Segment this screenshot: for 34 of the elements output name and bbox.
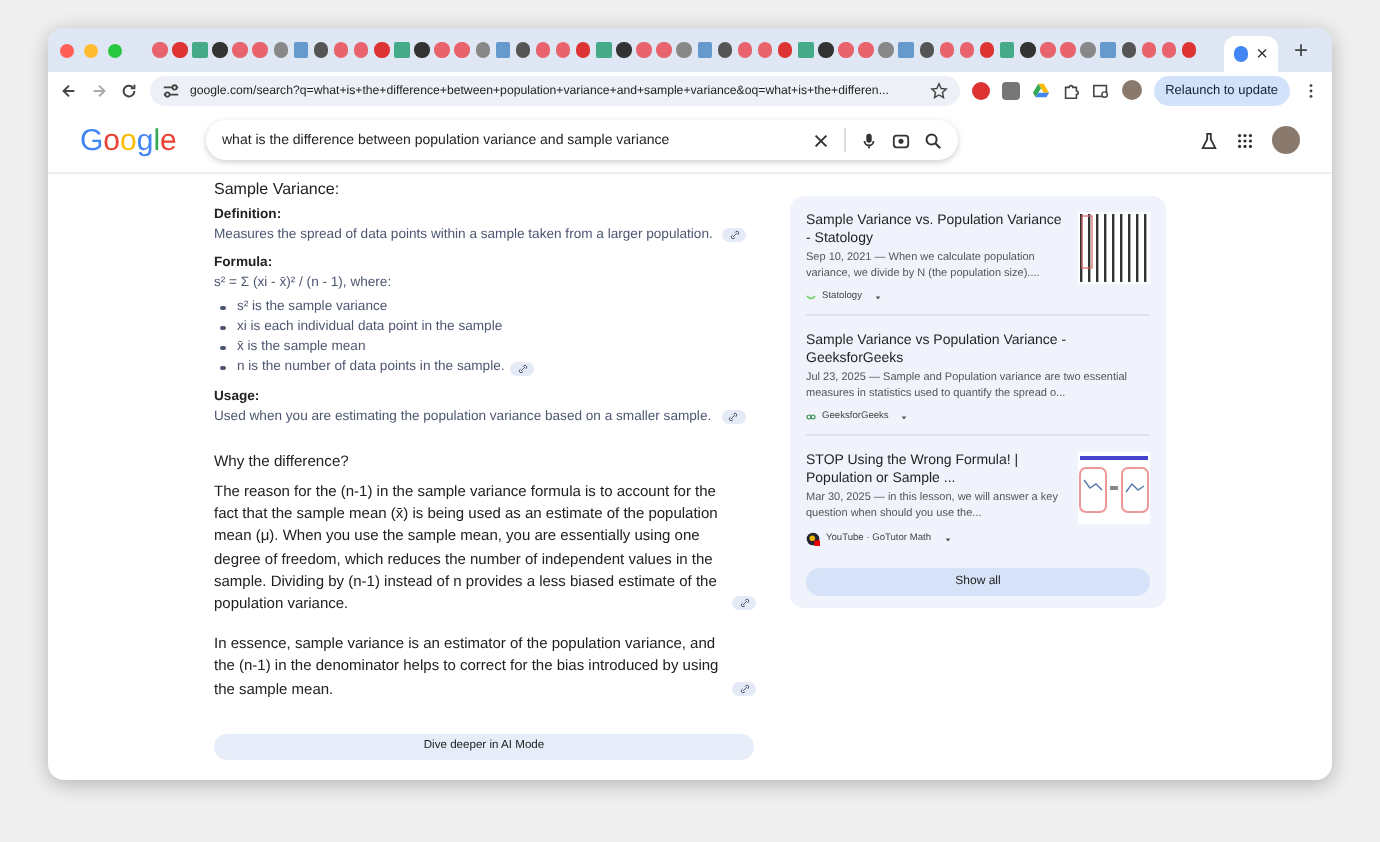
close-window-icon[interactable] bbox=[60, 43, 74, 57]
bullet-icon bbox=[220, 365, 225, 371]
microphone-icon[interactable] bbox=[860, 131, 878, 149]
source-favicon-icon bbox=[806, 412, 816, 422]
site-info-icon[interactable] bbox=[162, 81, 180, 99]
apps-grid-icon[interactable] bbox=[1236, 131, 1254, 149]
profile-avatar[interactable] bbox=[1272, 126, 1300, 154]
extensions-puzzle-icon[interactable] bbox=[1061, 81, 1080, 99]
profile-avatar[interactable] bbox=[1121, 80, 1142, 100]
source-link-button[interactable] bbox=[510, 361, 535, 375]
search-icon[interactable] bbox=[924, 131, 942, 149]
active-tab[interactable]: × bbox=[1223, 36, 1278, 72]
source-favicon-icon bbox=[806, 292, 816, 302]
reload-icon[interactable] bbox=[120, 81, 138, 99]
new-tab-button[interactable]: + bbox=[1293, 36, 1308, 64]
source-link-button[interactable] bbox=[732, 596, 756, 611]
source-link-button[interactable] bbox=[722, 227, 747, 242]
back-icon[interactable] bbox=[60, 81, 78, 99]
close-tab-button[interactable]: × bbox=[1256, 43, 1268, 65]
google-logo[interactable]: Google bbox=[80, 123, 188, 157]
bookmark-star-icon[interactable] bbox=[929, 81, 948, 99]
flask-icon[interactable] bbox=[1200, 131, 1218, 149]
camera-lens-icon[interactable] bbox=[892, 131, 910, 149]
source-link-button[interactable] bbox=[732, 681, 756, 696]
drive-icon[interactable] bbox=[1031, 81, 1050, 99]
forward-icon[interactable] bbox=[90, 81, 108, 99]
bullet-icon bbox=[220, 305, 225, 311]
bullet-icon bbox=[220, 325, 225, 331]
tab-search-icon[interactable] bbox=[1091, 81, 1110, 99]
clear-icon[interactable] bbox=[812, 131, 830, 149]
section-heading: Sample Variance: bbox=[214, 180, 342, 198]
bullet-icon bbox=[220, 345, 225, 351]
channel-avatar-icon bbox=[806, 532, 820, 546]
source-link-button[interactable] bbox=[721, 409, 745, 424]
